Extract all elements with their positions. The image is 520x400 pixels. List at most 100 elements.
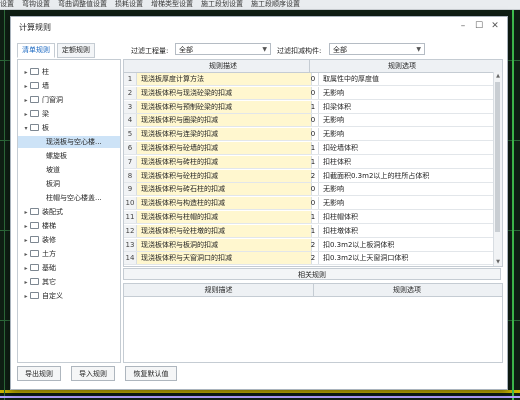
rule-desc-cell: 现浇板体积与柱帽的扣减	[137, 211, 312, 223]
table-row[interactable]: 6 现浇板体积与砼墙的扣减 1 扣砼墙体积	[124, 142, 494, 155]
expand-right-icon[interactable]: ▸	[22, 277, 30, 289]
vertical-scrollbar[interactable]: ▲ ▼	[493, 72, 502, 266]
table-row[interactable]: 4 现浇板体积与圈梁的扣减 0 无影响	[124, 114, 495, 128]
related-table-header: 规则描述 规则选项	[124, 284, 502, 297]
tree-group-item[interactable]: ▸ 装配式	[18, 206, 120, 218]
tree-group-item[interactable]: ▾ 板	[18, 122, 120, 134]
rule-option-cell[interactable]: 扣0.3m2以上天窗洞口体积	[320, 252, 495, 264]
expand-down-icon[interactable]: ▾	[22, 123, 30, 135]
tree-group-item[interactable]: ▸ 自定义	[18, 290, 120, 302]
maximize-icon[interactable]: ☐	[473, 20, 485, 32]
rule-option-cell[interactable]: 无影响	[320, 114, 495, 126]
table-row[interactable]: 7 现浇板体积与砖柱的扣减 1 扣柱体积	[124, 155, 495, 169]
table-row[interactable]: 12 现浇板体积与砼柱墩的扣减 1 扣柱墩体积	[124, 224, 495, 238]
tree-item-label: 基础	[42, 264, 56, 272]
tree-item-label: 柱帽与空心楼盖...	[46, 194, 102, 202]
row-index: 7	[124, 155, 137, 168]
rules-table: 规则描述 规则选项 1 现浇板厚度计算方法 0 取属性中的厚度值 2 现浇板体积与现浇砼梁…	[123, 59, 503, 267]
table-row[interactable]: 10 现浇板体积与构造柱的扣减 0 无影响	[124, 197, 495, 211]
table-row[interactable]: 8 现浇板体积与砼柱的扣减 2 扣截面积0.3m2以上的柱所占体积	[124, 169, 495, 183]
table-row[interactable]: 3 现浇板体积与预制砼梁的扣减 1 扣梁体积	[124, 100, 495, 114]
rule-option-cell[interactable]: 扣柱体积	[320, 156, 495, 168]
expand-right-icon[interactable]: ▸	[22, 263, 30, 275]
restore-defaults-button[interactable]: 恢复默认值	[125, 366, 177, 381]
filter-project-select[interactable]: 全部 ▼	[175, 43, 271, 55]
expand-right-icon[interactable]: ▸	[22, 291, 30, 303]
rule-value-cell: 0	[308, 73, 319, 85]
tree-leaf-item[interactable]: 现浇板与空心楼...	[18, 136, 120, 148]
filter-deduct-select[interactable]: 全部 ▼	[329, 43, 425, 55]
expand-right-icon[interactable]: ▸	[22, 235, 30, 247]
tree-group-item[interactable]: ▸ 其它	[18, 276, 120, 288]
rule-desc-cell: 现浇板体积与构造柱的扣减	[137, 197, 312, 210]
tab-list-rules[interactable]: 清单规则	[17, 43, 55, 58]
expand-right-icon[interactable]: ▸	[22, 249, 30, 261]
tree-group-item[interactable]: ▸ 楼梯	[18, 220, 120, 232]
related-rules-bar[interactable]: 相关规则	[123, 268, 501, 280]
tree-group-item[interactable]: ▸ 墙	[18, 80, 120, 92]
folder-icon	[30, 208, 39, 215]
close-icon[interactable]: ✕	[489, 20, 501, 32]
rule-option-cell[interactable]: 扣砼墙体积	[320, 142, 495, 154]
row-index: 6	[124, 142, 137, 154]
tree-item-label: 其它	[42, 278, 56, 286]
scrollbar-thumb[interactable]	[495, 82, 500, 232]
minimize-icon[interactable]: –	[457, 20, 469, 32]
tree-group-item[interactable]: ▸ 梁	[18, 108, 120, 120]
rule-desc-cell: 现浇板体积与砼墙的扣减	[137, 142, 312, 154]
background-menu-item: 增梯类型设置	[151, 0, 193, 8]
rule-option-cell[interactable]: 取属性中的厚度值	[320, 73, 495, 85]
rules-table-header: 规则描述 规则选项	[124, 60, 502, 73]
tree-group-item[interactable]: ▸ 土方	[18, 248, 120, 260]
row-index: 9	[124, 183, 137, 196]
rule-desc-cell: 现浇板体积与连梁的扣减	[137, 128, 312, 141]
tree-leaf-item[interactable]: 柱帽与空心楼盖...	[18, 192, 120, 204]
table-row[interactable]: 9 现浇板体积与砖石柱的扣减 0 无影响	[124, 183, 495, 197]
tree-leaf-item[interactable]: 板洞	[18, 178, 120, 190]
scroll-up-icon[interactable]: ▲	[494, 72, 502, 80]
expand-right-icon[interactable]: ▸	[22, 109, 30, 121]
row-index: 3	[124, 100, 137, 113]
tree-item-label: 现浇板与空心楼...	[46, 138, 102, 146]
rule-option-cell[interactable]: 扣梁体积	[320, 101, 495, 113]
rule-option-cell[interactable]: 扣柱墩体积	[320, 225, 495, 237]
rule-option-cell[interactable]: 扣截面积0.3m2以上的柱所占体积	[320, 170, 495, 182]
table-row[interactable]: 14 现浇板体积与天窗洞口的扣减 2 扣0.3m2以上天窗洞口体积	[124, 252, 495, 266]
scroll-down-icon[interactable]: ▼	[494, 258, 502, 266]
tree-group-item[interactable]: ▸ 柱	[18, 66, 120, 78]
expand-right-icon[interactable]: ▸	[22, 95, 30, 107]
tree-group-item[interactable]: ▸ 门窗洞	[18, 94, 120, 106]
rule-option-cell[interactable]: 扣0.3m2以上板洞体积	[320, 239, 495, 251]
rule-option-cell[interactable]: 无影响	[320, 87, 495, 99]
tree-item-label: 坡道	[46, 166, 60, 174]
tree-group-item[interactable]: ▸ 基础	[18, 262, 120, 274]
tree-leaf-item[interactable]: 螺旋板	[18, 150, 120, 162]
tree-item-label: 土方	[42, 250, 56, 258]
tab-quota-rules[interactable]: 定额规则	[57, 43, 95, 58]
chevron-down-icon: ▼	[262, 46, 267, 53]
rule-option-cell[interactable]: 无影响	[320, 197, 495, 209]
rule-value-cell: 1	[308, 142, 319, 154]
folder-icon	[30, 96, 39, 103]
export-rules-button[interactable]: 导出规则	[17, 366, 61, 381]
filter-project-value: 全部	[179, 46, 193, 54]
rule-option-cell[interactable]: 扣柱帽体积	[320, 211, 495, 223]
background-menu-item: 施工段划设置	[201, 0, 243, 8]
table-row[interactable]: 5 现浇板体积与连梁的扣减 0 无影响	[124, 128, 495, 142]
row-index: 5	[124, 128, 137, 141]
rule-option-cell[interactable]: 无影响	[320, 183, 495, 195]
expand-right-icon[interactable]: ▸	[22, 67, 30, 79]
table-row[interactable]: 1 现浇板厚度计算方法 0 取属性中的厚度值	[124, 73, 494, 86]
rule-value-cell: 1	[308, 100, 319, 113]
import-rules-button[interactable]: 导入规则	[71, 366, 115, 381]
table-row[interactable]: 11 现浇板体积与柱帽的扣减 1 扣柱帽体积	[124, 211, 494, 224]
tree-leaf-item[interactable]: 坡道	[18, 164, 120, 176]
rule-option-cell[interactable]: 无影响	[320, 128, 495, 140]
expand-right-icon[interactable]: ▸	[22, 207, 30, 219]
rule-value-cell: 1	[308, 155, 319, 168]
tree-group-item[interactable]: ▸ 装修	[18, 234, 120, 246]
table-row[interactable]: 2 现浇板体积与现浇砼梁的扣减 0 无影响	[124, 86, 495, 100]
expand-right-icon[interactable]: ▸	[22, 221, 30, 233]
expand-right-icon[interactable]: ▸	[22, 81, 30, 93]
table-row[interactable]: 13 现浇板体积与板洞的扣减 2 扣0.3m2以上板洞体积	[124, 238, 495, 252]
